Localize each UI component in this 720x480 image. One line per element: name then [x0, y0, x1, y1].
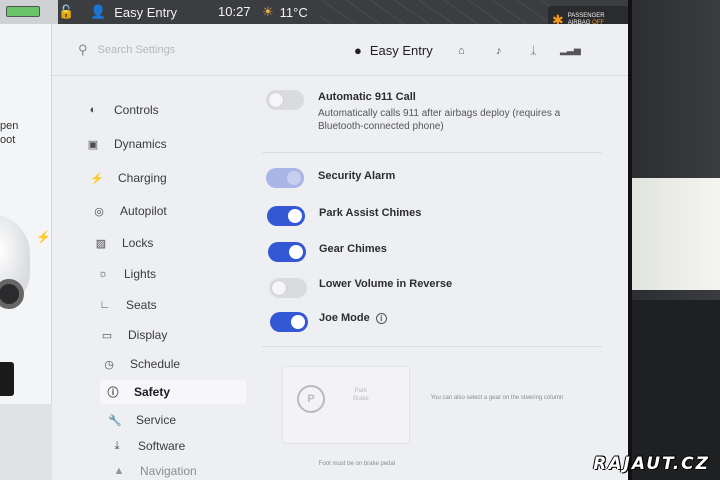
- charging-bolt-icon: ⚡: [36, 230, 51, 244]
- battery-icon: [6, 6, 40, 17]
- sidebar-item-software[interactable]: ⤓ Software: [104, 434, 186, 458]
- sun-icon: ☀: [262, 4, 274, 19]
- sidebar-item-safety[interactable]: ⓘ Safety: [100, 380, 246, 404]
- car-visualization-panel: pen oot ⚡: [0, 24, 70, 480]
- security-alarm-label: Security Alarm: [318, 170, 396, 182]
- seat-icon: ∟: [99, 299, 111, 311]
- background-light-panel: [620, 178, 720, 290]
- download-icon: ⤓: [114, 439, 120, 452]
- sidebar-item-seats[interactable]: ∟ Seats: [92, 293, 157, 317]
- search-icon: ⚲: [78, 42, 88, 57]
- clock: 10:27: [218, 4, 251, 19]
- status-profile-name: Easy Entry: [114, 4, 178, 20]
- sidebar-item-navigation[interactable]: ▲ Navigation: [106, 459, 197, 480]
- sidebar-item-label: Autopilot: [120, 204, 167, 218]
- status-profile[interactable]: 👤 Easy Entry: [90, 4, 177, 20]
- search-input[interactable]: Search Settings: [98, 44, 176, 56]
- sidebar-item-locks[interactable]: ▨ Locks: [88, 231, 154, 255]
- car-icon: ▣: [87, 138, 99, 151]
- park-brake-icon: P: [297, 385, 325, 413]
- sidebar-item-lights[interactable]: ☼ Lights: [90, 262, 156, 286]
- security-alarm-toggle[interactable]: [266, 168, 304, 188]
- sidebar-item-label: Software: [138, 439, 186, 453]
- profile-name: Easy Entry: [369, 43, 433, 58]
- gear-chimes-label: Gear Chimes: [319, 243, 387, 255]
- divider: [262, 152, 602, 153]
- sidebar-item-label: Locks: [122, 236, 154, 250]
- sidebar-item-label: Charging: [118, 171, 167, 185]
- sidebar-item-dynamics[interactable]: ▣ Dynamics: [80, 132, 167, 156]
- open-text-fragment[interactable]: pen: [0, 120, 18, 132]
- safety-icon: ⓘ: [107, 387, 119, 399]
- media-widget-edge[interactable]: [0, 362, 14, 396]
- boot-text-fragment[interactable]: oot: [0, 134, 15, 146]
- lte-signal-icon: ▂▃▅: [560, 45, 581, 55]
- sidebar-item-label: Service: [136, 413, 177, 427]
- lock-icon[interactable]: 🔓: [58, 4, 74, 20]
- bluetooth-icon[interactable]: ᛣ: [530, 45, 537, 57]
- sidebar-item-autopilot[interactable]: ◎ Autopilot: [86, 199, 167, 223]
- sidebar-item-label: Controls: [114, 103, 159, 117]
- lock-icon: ▨: [95, 237, 107, 250]
- status-bar-map: [320, 0, 550, 24]
- lower-volume-reverse-label: Lower Volume in Reverse: [319, 278, 453, 290]
- sidebar-item-label: Display: [128, 328, 168, 342]
- steering-wheel-icon: ◎: [94, 205, 104, 218]
- sidebar-item-label: Safety: [134, 385, 171, 399]
- outside-temperature: ☀ 11°C: [262, 4, 308, 20]
- search-bar[interactable]: ⚲ Search Settings: [78, 42, 175, 58]
- car-wheel: [0, 279, 24, 309]
- park-brake-card[interactable]: P Park Brake: [282, 366, 410, 444]
- lower-volume-reverse-toggle[interactable]: [269, 278, 307, 298]
- person-icon: ●: [354, 43, 362, 58]
- gear-chimes-toggle[interactable]: [268, 242, 306, 262]
- sidebar-item-display[interactable]: ▭ Display: [94, 323, 168, 347]
- info-icon[interactable]: i: [375, 312, 387, 324]
- auto-911-description: Automatically calls 911 after airbags de…: [318, 108, 561, 132]
- settings-panel: ⚲ Search Settings ● Easy Entry ⌂ ♪ ᛣ ▂▃▅…: [52, 24, 628, 480]
- sidebar-item-controls[interactable]: ◐ Controls: [80, 98, 159, 122]
- settings-topbar: ⚲ Search Settings ● Easy Entry ⌂ ♪ ᛣ ▂▃▅: [52, 24, 628, 76]
- wrench-icon: 🔧: [108, 414, 122, 427]
- joe-mode-row: Joe Mode i: [319, 312, 387, 324]
- sidebar-item-schedule[interactable]: ◷ Schedule: [96, 352, 180, 376]
- airbag-line1: PASSENGER: [567, 13, 605, 19]
- background-desk: [620, 300, 720, 480]
- sidebar-item-label: Dynamics: [114, 137, 167, 151]
- sidebar-item-label: Lights: [124, 267, 157, 281]
- temperature-value: 11°C: [279, 4, 308, 20]
- watermark: RAJAUT.CZ: [593, 454, 710, 474]
- sidebar-item-service[interactable]: 🔧 Service: [102, 408, 176, 432]
- park-brake-title-line2: Brake: [353, 396, 369, 402]
- profile-button[interactable]: ● Easy Entry: [354, 43, 433, 58]
- divider: [262, 346, 602, 347]
- joe-mode-label: Joe Mode: [319, 312, 370, 324]
- sidebar-item-charging[interactable]: ⚡ Charging: [84, 166, 167, 190]
- park-assist-chimes-label: Park Assist Chimes: [319, 207, 422, 219]
- touchscreen: 🔓 👤 Easy Entry 10:27 ☀ 11°C ✱ PASSENGER …: [0, 0, 632, 480]
- status-bar: 🔓 👤 Easy Entry 10:27 ☀ 11°C: [0, 0, 628, 24]
- park-brake-title-line1: Park: [354, 388, 368, 394]
- gear-hint-text: You can also select a gear on the steeri…: [430, 395, 564, 401]
- garage-icon[interactable]: ⌂: [458, 45, 465, 57]
- park-assist-chimes-toggle[interactable]: [267, 206, 305, 226]
- sidebar-item-label: Schedule: [130, 357, 181, 371]
- person-icon: 👤: [90, 4, 107, 19]
- sun-icon: ☼: [97, 268, 109, 280]
- navigation-icon: ▲: [113, 465, 125, 477]
- bolt-icon: ⚡: [90, 172, 104, 185]
- toggle-icon: ◐: [89, 104, 97, 116]
- brake-pedal-hint-text: Foot must be on brake pedal: [318, 461, 396, 467]
- sidebar-item-label: Navigation: [140, 464, 197, 478]
- auto-911-toggle[interactable]: [266, 90, 304, 110]
- display-icon: ▭: [101, 329, 113, 342]
- safety-settings-content: Automatic 911 Call Automatically calls 9…: [262, 80, 622, 480]
- clock-icon: ◷: [104, 358, 114, 371]
- auto-911-label: Automatic 911 Call: [318, 91, 416, 103]
- bell-icon[interactable]: ♪: [496, 45, 502, 57]
- sidebar-item-label: Seats: [126, 298, 157, 312]
- joe-mode-toggle[interactable]: [270, 312, 308, 332]
